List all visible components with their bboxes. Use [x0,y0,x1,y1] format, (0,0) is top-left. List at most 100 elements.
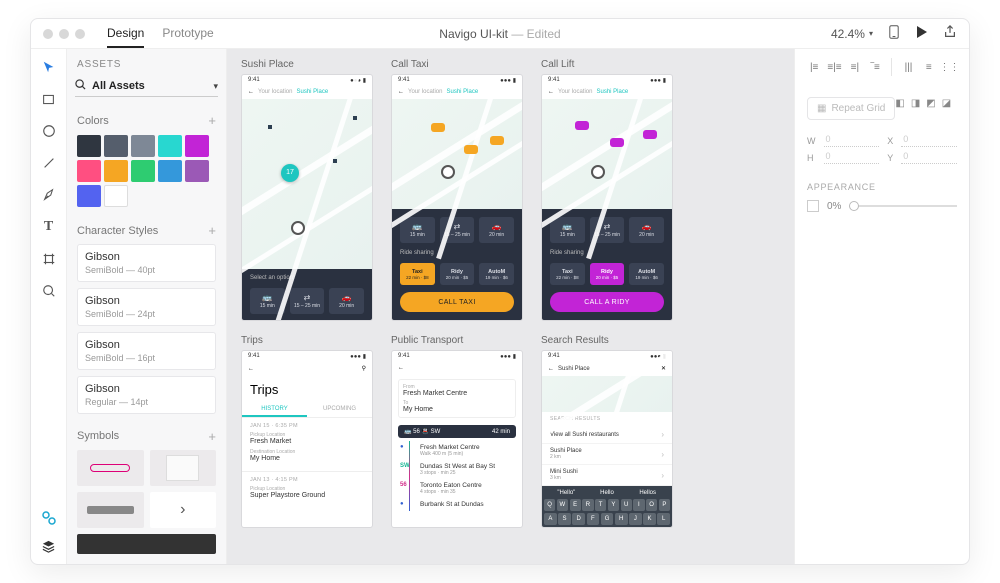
boolean-add-icon[interactable]: ◧ [895,98,904,109]
transport-option[interactable]: 🚗20 min [329,288,364,314]
color-swatch[interactable] [77,185,101,207]
close-dot[interactable] [43,29,53,39]
transit-step[interactable]: ●Burbank St at Dundas [392,498,522,511]
artboard-frame[interactable]: 9:41●●● ▮ ← FromFresh Market Centre ToMy… [391,350,523,528]
transport-option[interactable]: 🚗20 min [479,217,514,243]
artboard-title[interactable]: Public Transport [391,335,523,346]
symbol-thumb[interactable]: › [150,492,217,528]
transport-option[interactable]: 🚗20 min [629,217,664,243]
tab-history[interactable]: HISTORY [242,403,307,417]
opacity-slider[interactable] [849,205,957,207]
repeat-grid-button[interactable]: ▦ Repeat Grid [807,97,895,120]
call-taxi-button[interactable]: CALL TAXI [400,292,514,312]
ride-chip[interactable]: Ridy20 min · $5 [590,263,625,285]
window-traffic-lights[interactable] [43,29,85,39]
align-top-icon[interactable]: ‾≡ [868,60,882,75]
color-swatch[interactable] [185,135,209,157]
symbol-thumb[interactable] [77,492,144,528]
transit-step[interactable]: SWDundas St West at Bay St3 stops · min … [392,460,522,479]
color-swatch[interactable] [77,135,101,157]
keyboard-key[interactable]: O [646,499,657,511]
keyboard-key[interactable]: W [557,499,568,511]
search-result[interactable]: Sushi Place2 km› [542,444,672,465]
boolean-exclude-icon[interactable]: ◪ [942,98,951,109]
color-swatch[interactable] [158,135,182,157]
distribute-v-icon[interactable]: ≡ [922,60,936,75]
symbol-thumb[interactable] [150,450,217,486]
keyboard-suggestion[interactable]: Hellos [629,490,666,496]
assets-icon[interactable] [41,510,57,526]
keyboard-suggestion[interactable]: Hello [589,490,626,496]
character-style[interactable]: GibsonSemiBold — 40pt [77,244,216,282]
keyboard-suggestion[interactable]: "Hello" [548,490,585,496]
pen-tool-icon[interactable] [41,187,57,203]
keyboard-key[interactable]: Q [544,499,555,511]
xpos-input[interactable]: 0 [901,134,957,147]
color-swatch[interactable] [185,160,209,182]
ellipse-tool-icon[interactable] [41,123,57,139]
artboard-title[interactable]: Sushi Place [241,59,373,70]
artboard-frame[interactable]: 9:41●●● ▮ ←⚲ Trips HISTORY UPCOMING JAN … [241,350,373,528]
transit-step[interactable]: ●Fresh Market CentreWalk 400 m (5 min) [392,441,522,460]
ypos-input[interactable]: 0 [901,151,957,164]
trip-card[interactable]: JAN 13 · 4:15 PMPickup LocationSuper Pla… [242,471,372,508]
ride-chip[interactable]: Taxi22 min · $8 [400,263,435,285]
keyboard-key[interactable]: I [633,499,644,511]
width-input[interactable]: 0 [824,134,880,147]
keyboard-key[interactable]: U [621,499,632,511]
color-swatch[interactable] [104,160,128,182]
zoom-dropdown[interactable]: 42.4% ▾ [831,27,873,41]
artboard-frame[interactable]: 9:41●●● ▮ ←Your locationSushi Place 17 S… [241,74,373,321]
line-tool-icon[interactable] [41,155,57,171]
color-swatch[interactable] [77,160,101,182]
layers-icon[interactable] [41,538,57,554]
artboard-title[interactable]: Trips [241,335,373,346]
artboard-frame[interactable]: 9:41●●● ▮ ←Your locationSushi Place 🚌15 … [391,74,523,321]
height-input[interactable]: 0 [824,151,880,164]
color-swatch[interactable] [104,185,128,207]
character-style[interactable]: GibsonSemiBold — 16pt [77,332,216,370]
color-swatch[interactable] [131,135,155,157]
keyboard-key[interactable]: E [570,499,581,511]
artboard-title[interactable]: Search Results [541,335,673,346]
tab-design[interactable]: Design [107,20,144,48]
play-icon[interactable] [915,25,929,42]
transport-option[interactable]: 🚌15 min [400,217,435,243]
boolean-intersect-icon[interactable]: ◩ [926,98,935,109]
symbol-thumb[interactable] [77,534,216,554]
ride-chip[interactable]: Ridy20 min · $5 [440,263,475,285]
opacity-value[interactable]: 0% [827,201,841,212]
keyboard[interactable]: "Hello"HelloHellos QWERTYUIOP ASDFGHJKL [542,486,672,528]
search-result[interactable]: Mini Sushi3 km› [542,465,672,486]
symbol-thumb[interactable] [77,450,144,486]
call-ridy-button[interactable]: CALL A RIDY [550,292,664,312]
keyboard-key[interactable]: T [595,499,606,511]
ride-chip[interactable]: AutoM19 min · $6 [479,263,514,285]
keyboard-key[interactable]: R [582,499,593,511]
transit-step[interactable]: 56Toronto Eaton Centre4 stops · min 35 [392,479,522,498]
artboard-frame[interactable]: 9:41●●● ▮ ←Your locationSushi Place 🚌15 … [541,74,673,321]
chevron-down-icon[interactable]: ▾ [213,81,218,92]
color-swatch[interactable] [158,160,182,182]
rectangle-tool-icon[interactable] [41,91,57,107]
ride-chip[interactable]: AutoM19 min · $6 [629,263,664,285]
ride-chip[interactable]: Taxi22 min · $8 [550,263,585,285]
select-tool-icon[interactable] [41,59,57,75]
add-symbol-icon[interactable]: + [208,429,216,444]
align-hcenter-icon[interactable]: ≡|≡ [827,60,841,75]
share-icon[interactable] [943,25,957,42]
align-left-icon[interactable]: |≡ [807,60,821,75]
trip-card[interactable]: JAN 15 · 6:35 PMPickup LocationFresh Mar… [242,417,372,471]
keyboard-key[interactable]: Y [608,499,619,511]
zoom-dot[interactable] [75,29,85,39]
tab-prototype[interactable]: Prototype [162,20,213,48]
device-preview-icon[interactable] [887,25,901,42]
artboard-title[interactable]: Call Taxi [391,59,523,70]
distribute-icon[interactable]: ⋮⋮ [942,60,957,75]
search-result[interactable]: View all Sushi restaurants› [542,426,672,444]
character-style[interactable]: GibsonRegular — 14pt [77,376,216,414]
canvas[interactable]: Sushi Place 9:41●●● ▮ ←Your locationSush… [227,49,794,564]
transport-option[interactable]: ⇄15 – 25 min [290,288,325,314]
assets-search[interactable]: All Assets ▾ [75,76,218,97]
tab-upcoming[interactable]: UPCOMING [307,403,372,417]
